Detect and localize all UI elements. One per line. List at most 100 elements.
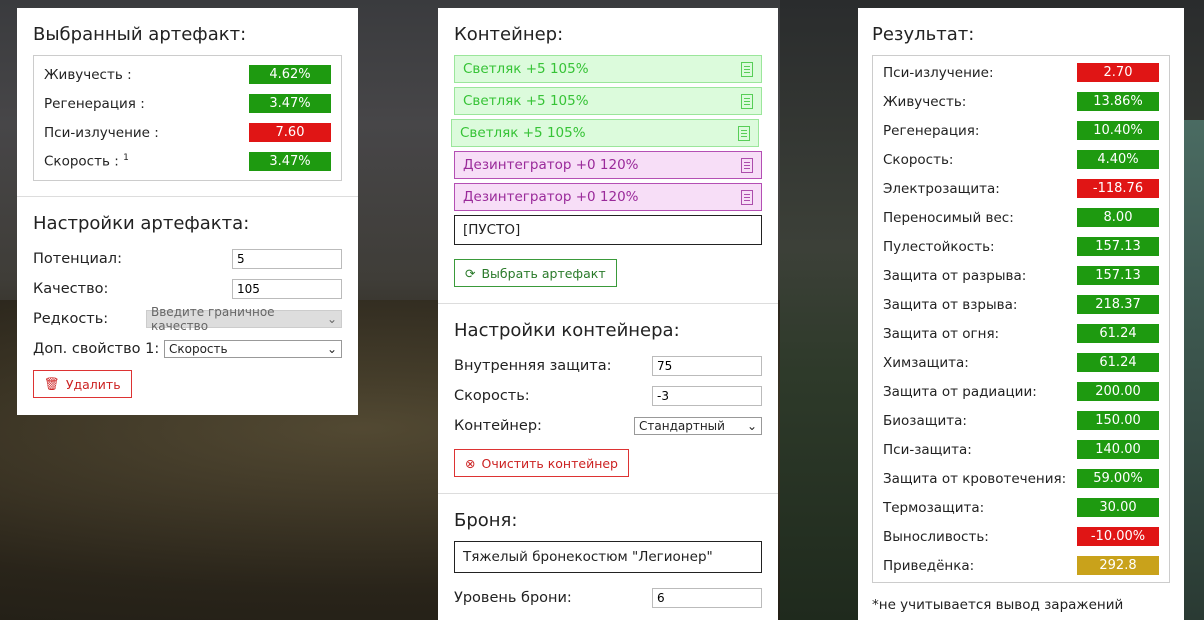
result-row: Химзащита: 61.24 — [873, 348, 1169, 377]
choose-artifact-label: Выбрать артефакт — [481, 265, 606, 281]
result-row: Пси-излучение: 2.70 — [873, 58, 1169, 87]
document-icon[interactable] — [741, 157, 753, 173]
result-row: Термозащита: 30.00 — [873, 493, 1169, 522]
armor-select[interactable]: Тяжелый бронекостюм "Легионер" — [454, 541, 762, 573]
extra-property-select[interactable]: Скорость ⌄ — [164, 340, 342, 358]
slot-label: [ПУСТО] — [463, 222, 521, 238]
speed-row: Скорость: — [454, 381, 762, 411]
inner-protection-input[interactable] — [652, 356, 762, 376]
stat-label: Скорость : — [44, 153, 119, 170]
result-label: Химзащита: — [883, 354, 969, 371]
result-row: Скорость: 4.40% — [873, 145, 1169, 174]
inner-protection-row: Внутренняя защита: — [454, 351, 762, 381]
artifact-panel: Выбранный артефакт: Живучесть : 4.62% Ре… — [17, 8, 358, 415]
stat-footnote: 1 — [123, 153, 129, 164]
result-value: 140.00 — [1077, 440, 1159, 459]
result-value: 30.00 — [1077, 498, 1159, 517]
choose-artifact-button[interactable]: ⟳ Выбрать артефакт — [454, 259, 617, 287]
result-row: Защита от огня: 61.24 — [873, 319, 1169, 348]
result-row: Защита от разрыва: 157.13 — [873, 261, 1169, 290]
inner-protection-label: Внутренняя защита: — [454, 358, 612, 374]
result-row: Живучесть: 13.86% — [873, 87, 1169, 116]
result-value: 61.24 — [1077, 324, 1159, 343]
container-slot[interactable]: Дезинтегратор +0 120% — [454, 151, 762, 179]
trash-icon: 🗑 — [44, 376, 60, 391]
result-value: 150.00 — [1077, 411, 1159, 430]
stat-row: Живучесть : 4.62% — [34, 60, 341, 89]
result-value: 157.13 — [1077, 266, 1159, 285]
result-label: Регенерация: — [883, 122, 980, 139]
result-row: Пси-защита: 140.00 — [873, 435, 1169, 464]
result-value: -10.00% — [1077, 527, 1159, 546]
armor-value: Тяжелый бронекостюм "Легионер" — [463, 549, 713, 565]
selected-artifact-title: Выбранный артефакт: — [33, 24, 247, 45]
result-value: 218.37 — [1077, 295, 1159, 314]
result-value: 13.86% — [1077, 92, 1159, 111]
result-label: Живучесть: — [883, 93, 967, 110]
stat-row: Пси-излучение : 7.60 — [34, 118, 341, 147]
result-label: Приведёнка: — [883, 557, 975, 574]
result-value: 157.13 — [1077, 237, 1159, 256]
container-slot-empty[interactable]: [ПУСТО] — [454, 215, 762, 245]
quality-input[interactable] — [232, 279, 342, 299]
result-row: Регенерация: 10.40% — [873, 116, 1169, 145]
result-row: Защита от взрыва: 218.37 — [873, 290, 1169, 319]
container-slot[interactable]: Светляк +5 105% — [454, 87, 762, 115]
chevron-down-icon: ⌄ — [326, 342, 337, 356]
stat-label: Регенерация : — [44, 95, 145, 112]
slot-label: Дезинтегратор +0 120% — [463, 189, 639, 205]
result-label: Электрозащита: — [883, 180, 1000, 197]
result-value: 61.24 — [1077, 353, 1159, 372]
stat-label: Живучесть : — [44, 66, 132, 83]
speed-label: Скорость: — [454, 388, 530, 404]
result-row: Биозащита: 150.00 — [873, 406, 1169, 435]
stat-value: 3.47% — [249, 94, 331, 113]
container-type-label: Контейнер: — [454, 418, 542, 434]
container-slot[interactable]: Дезинтегратор +0 120% — [454, 183, 762, 211]
document-icon[interactable] — [741, 189, 753, 205]
result-label: Скорость: — [883, 151, 954, 168]
result-row: Выносливость: -10.00% — [873, 522, 1169, 551]
container-title: Контейнер: — [454, 24, 564, 45]
result-note: *не учитывается вывод заражений — [872, 597, 1124, 613]
document-icon[interactable] — [741, 93, 753, 109]
clear-container-button[interactable]: ⊗ Очистить контейнер — [454, 449, 629, 477]
armor-title: Броня: — [454, 510, 518, 531]
container-type-select[interactable]: Стандартный ⌄ — [634, 417, 762, 435]
rarity-label: Редкость: — [33, 311, 109, 327]
container-type-row: Контейнер: Стандартный ⌄ — [454, 411, 762, 441]
result-value: 292.8 — [1077, 556, 1159, 575]
rarity-select[interactable]: Введите граничное качество ⌄ — [146, 305, 342, 333]
slot-label: Светляк +5 105% — [463, 93, 589, 109]
extra-property-label: Доп. свойство 1: — [33, 341, 160, 357]
slot-label: Дезинтегратор +0 120% — [463, 157, 639, 173]
delete-button[interactable]: 🗑 Удалить — [33, 370, 132, 398]
quality-row: Качество: — [33, 274, 342, 304]
container-slot[interactable]: Светляк +5 105% — [454, 55, 762, 83]
clear-container-label: Очистить контейнер — [481, 455, 618, 471]
document-icon[interactable] — [738, 125, 750, 141]
container-slot[interactable]: Светляк +5 105% — [451, 119, 759, 147]
slot-label: Светляк +5 105% — [460, 125, 586, 141]
result-label: Защита от радиации: — [883, 383, 1037, 400]
potential-input[interactable] — [232, 249, 342, 269]
result-label: Защита от огня: — [883, 325, 1000, 342]
extra-property-row: Доп. свойство 1: Скорость ⌄ — [33, 334, 342, 364]
result-value: 10.40% — [1077, 121, 1159, 140]
result-row: Пулестойкость: 157.13 — [873, 232, 1169, 261]
result-label: Термозащита: — [883, 499, 985, 516]
slot-label: Светляк +5 105% — [463, 61, 589, 77]
armor-level-input[interactable] — [652, 588, 762, 608]
result-label: Защита от разрыва: — [883, 267, 1027, 284]
document-icon[interactable] — [741, 61, 753, 77]
refresh-icon: ⟳ — [465, 265, 476, 281]
result-stats: Пси-излучение: 2.70 Живучесть: 13.86% Реге… — [872, 55, 1170, 583]
result-label: Защита от взрыва: — [883, 296, 1018, 313]
stat-row: Регенерация : 3.47% — [34, 89, 341, 118]
result-title: Результат: — [872, 24, 975, 45]
result-label: Пси-излучение: — [883, 64, 994, 81]
result-label: Биозащита: — [883, 412, 967, 429]
rarity-row: Редкость: Введите граничное качество ⌄ — [33, 304, 342, 334]
result-value: 59.00% — [1077, 469, 1159, 488]
speed-input[interactable] — [652, 386, 762, 406]
